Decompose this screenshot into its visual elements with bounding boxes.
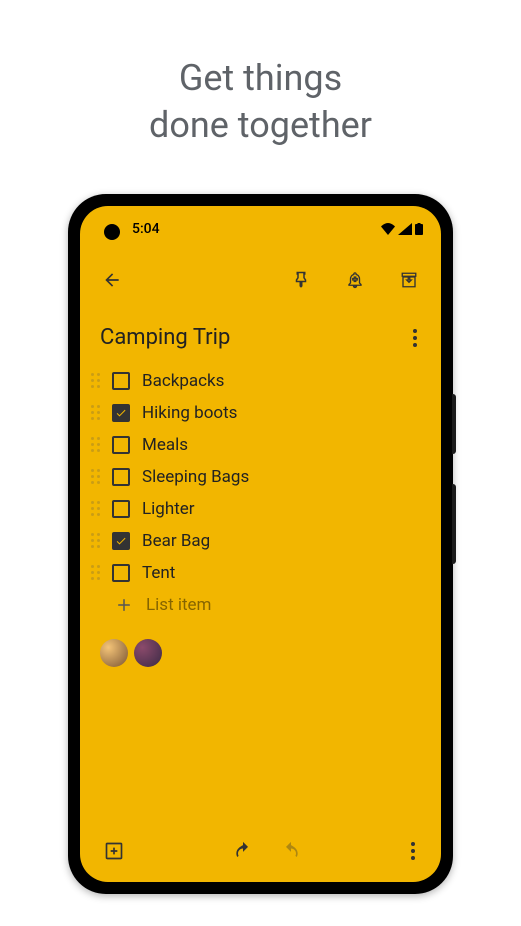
checkbox[interactable] — [112, 404, 130, 422]
bottom-more-button[interactable] — [407, 838, 419, 864]
checklist: Backpacks Hiking boots Meals Sleeping Bags L… — [80, 359, 441, 621]
signal-icon — [398, 223, 412, 235]
list-item: Backpacks — [91, 365, 421, 397]
note-more-button[interactable] — [409, 325, 421, 351]
undo-button[interactable] — [231, 839, 255, 863]
wifi-icon — [381, 223, 395, 235]
status-icons — [381, 223, 423, 235]
drag-handle-icon[interactable] — [91, 405, 100, 420]
redo-icon — [281, 841, 301, 861]
item-label[interactable]: Meals — [142, 435, 188, 455]
list-item: Bear Bag — [91, 525, 421, 557]
item-label[interactable]: Sleeping Bags — [142, 467, 249, 487]
item-label[interactable]: Tent — [142, 563, 175, 583]
list-item: Meals — [91, 429, 421, 461]
list-item: Sleeping Bags — [91, 461, 421, 493]
drag-handle-icon[interactable] — [91, 533, 100, 548]
drag-handle-icon[interactable] — [91, 501, 100, 516]
bell-plus-icon — [346, 270, 364, 290]
plus-icon — [114, 595, 134, 615]
drag-handle-icon[interactable] — [91, 469, 100, 484]
list-item: Tent — [91, 557, 421, 589]
add-item-label: List item — [146, 595, 211, 615]
drag-handle-icon[interactable] — [91, 373, 100, 388]
checkbox[interactable] — [112, 436, 130, 454]
more-icon — [413, 329, 417, 333]
list-item: Hiking boots — [91, 397, 421, 429]
new-button[interactable] — [102, 839, 126, 863]
check-icon — [115, 535, 127, 547]
archive-icon — [400, 271, 418, 289]
collaborators — [80, 621, 441, 685]
arrow-back-icon — [102, 270, 122, 290]
item-label[interactable]: Bear Bag — [142, 531, 210, 551]
avatar[interactable] — [100, 639, 128, 667]
item-label[interactable]: Hiking boots — [142, 403, 237, 423]
phone-frame: 5:04 — [68, 194, 453, 894]
add-item-button[interactable]: List item — [91, 589, 421, 621]
item-label[interactable]: Lighter — [142, 499, 195, 519]
undo-icon — [233, 841, 253, 861]
checkbox[interactable] — [112, 564, 130, 582]
checkbox[interactable] — [112, 372, 130, 390]
battery-icon — [415, 223, 423, 235]
redo-button[interactable] — [279, 839, 303, 863]
promo-heading: Get things done together — [149, 55, 372, 149]
plus-box-icon — [104, 841, 124, 861]
drag-handle-icon[interactable] — [91, 437, 100, 452]
toolbar — [80, 240, 441, 297]
clock-time: 5:04 — [132, 221, 160, 237]
drag-handle-icon[interactable] — [91, 565, 100, 580]
reminder-button[interactable] — [343, 268, 367, 292]
checkbox[interactable] — [112, 532, 130, 550]
phone-screen: 5:04 — [80, 206, 441, 882]
note-header: Camping Trip — [80, 297, 441, 359]
checkbox[interactable] — [112, 468, 130, 486]
front-camera — [104, 224, 120, 240]
note-title[interactable]: Camping Trip — [100, 325, 230, 350]
bottom-toolbar — [80, 824, 441, 882]
back-button[interactable] — [100, 268, 124, 292]
list-item: Lighter — [91, 493, 421, 525]
pin-icon — [292, 270, 310, 290]
item-label[interactable]: Backpacks — [142, 371, 224, 391]
check-icon — [115, 407, 127, 419]
status-bar: 5:04 — [80, 206, 441, 240]
more-icon — [411, 842, 415, 846]
checkbox[interactable] — [112, 500, 130, 518]
avatar[interactable] — [134, 639, 162, 667]
archive-button[interactable] — [397, 268, 421, 292]
pin-button[interactable] — [289, 268, 313, 292]
